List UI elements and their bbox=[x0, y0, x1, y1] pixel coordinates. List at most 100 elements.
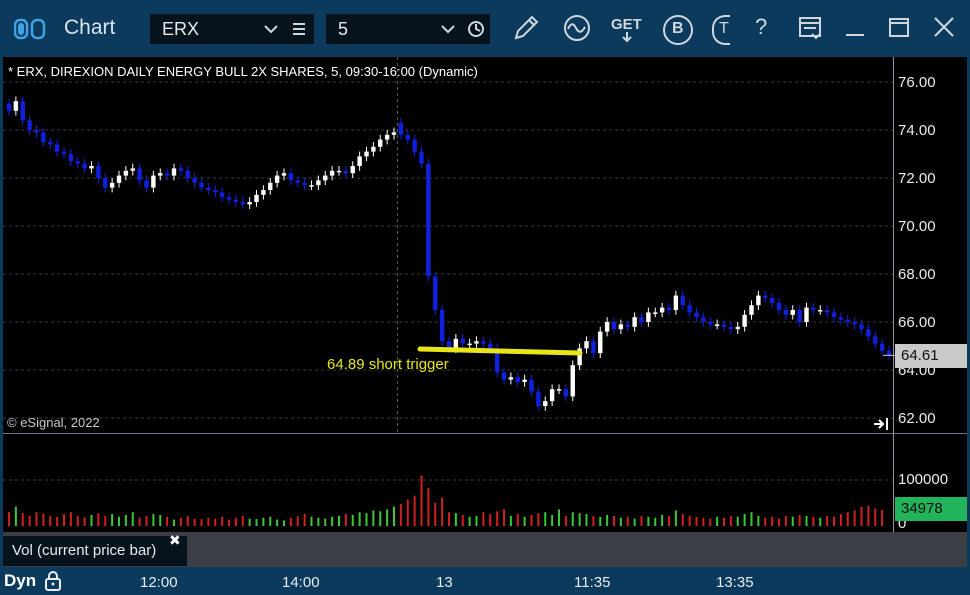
candle-body bbox=[281, 173, 287, 176]
candle-body bbox=[687, 305, 692, 313]
volume-bar bbox=[207, 517, 210, 526]
candle-body bbox=[103, 178, 108, 188]
candle-body bbox=[515, 377, 520, 382]
candle-body bbox=[811, 307, 816, 310]
candle-body bbox=[529, 379, 534, 392]
volume-study-tag[interactable]: Vol (current price bar) bbox=[3, 536, 187, 566]
candle-body bbox=[171, 168, 177, 176]
volume-bar bbox=[358, 512, 361, 526]
volume-bar bbox=[420, 475, 423, 526]
volume-bar bbox=[454, 513, 457, 526]
candle-body bbox=[357, 156, 362, 166]
candle-body bbox=[632, 317, 637, 327]
volume-bar bbox=[853, 510, 856, 526]
candle-body bbox=[137, 168, 142, 181]
candle-body bbox=[598, 331, 603, 354]
candle-body bbox=[405, 134, 410, 140]
annotation-text[interactable]: 64.89 short trigger bbox=[327, 356, 449, 373]
candle-body bbox=[522, 379, 527, 382]
volume-bar bbox=[317, 517, 320, 526]
time-tick-label: 11:35 bbox=[574, 574, 611, 591]
volume-bar bbox=[399, 503, 402, 526]
axis-border bbox=[893, 57, 894, 532]
lock-icon[interactable] bbox=[43, 570, 63, 592]
chart-svg bbox=[3, 57, 895, 526]
volume-bar bbox=[695, 516, 698, 526]
volume-bar bbox=[846, 512, 849, 526]
volume-bar bbox=[269, 516, 272, 526]
volume-bar bbox=[736, 516, 739, 526]
volume-bar bbox=[874, 508, 877, 526]
volume-bar bbox=[8, 512, 10, 526]
price-tick-label: 66.00 bbox=[898, 314, 936, 331]
volume-bar bbox=[186, 515, 189, 526]
candle-body bbox=[439, 310, 445, 342]
volume-bar bbox=[76, 515, 79, 526]
volume-bar bbox=[750, 512, 753, 526]
volume-bar bbox=[14, 506, 17, 526]
volume-bar bbox=[303, 514, 306, 526]
candle-body bbox=[350, 166, 355, 174]
candle-body bbox=[666, 307, 672, 310]
price-tick-label: 70.00 bbox=[898, 218, 936, 235]
volume-bar bbox=[365, 513, 368, 526]
candle-body bbox=[384, 134, 390, 140]
volume-bar bbox=[461, 514, 464, 526]
candle-body bbox=[536, 391, 541, 406]
volume-bar bbox=[633, 518, 636, 526]
volume-bar bbox=[104, 515, 107, 526]
volume-bar bbox=[90, 514, 93, 526]
volume-bar bbox=[159, 514, 162, 526]
volume-bar bbox=[723, 517, 725, 526]
volume-bar bbox=[771, 516, 774, 526]
candle-body bbox=[34, 130, 39, 133]
volume-bar bbox=[764, 517, 767, 526]
candle-body bbox=[309, 185, 314, 187]
scroll-to-end-icon[interactable] bbox=[872, 417, 892, 431]
candle-body bbox=[570, 365, 575, 397]
candle-body bbox=[116, 175, 122, 183]
candle-body bbox=[6, 103, 12, 111]
candle-body bbox=[467, 343, 472, 346]
short-trigger-line bbox=[417, 346, 583, 356]
volume-bar bbox=[819, 517, 822, 526]
volume-bar bbox=[448, 512, 450, 526]
candle-body bbox=[412, 139, 417, 152]
price-tick-label: 62.00 bbox=[898, 410, 936, 427]
candle-body bbox=[673, 295, 679, 310]
volume-bar bbox=[544, 512, 547, 526]
volume-bar bbox=[881, 509, 884, 526]
candle-body bbox=[879, 343, 885, 351]
volume-bar bbox=[647, 516, 650, 526]
volume-bar bbox=[283, 520, 285, 526]
volume-bar bbox=[571, 512, 574, 526]
volume-bar bbox=[338, 515, 340, 526]
candle-body bbox=[123, 170, 129, 176]
volume-tick-label: 100000 bbox=[898, 471, 949, 488]
candle-body bbox=[604, 322, 610, 332]
time-axis-mode[interactable]: Dyn bbox=[4, 571, 36, 591]
volume-bar bbox=[784, 515, 787, 526]
volume-bar bbox=[867, 505, 870, 526]
last-price-tag: 64.61 bbox=[895, 344, 967, 368]
volume-bar bbox=[21, 513, 24, 526]
volume-bar bbox=[709, 518, 712, 526]
price-tick-label: 74.00 bbox=[898, 122, 936, 139]
candle-body bbox=[776, 302, 782, 310]
volume-bar bbox=[152, 514, 155, 526]
volume-bar bbox=[681, 514, 684, 526]
volume-bar bbox=[296, 515, 299, 526]
candle-body bbox=[371, 146, 376, 152]
volume-bar bbox=[516, 514, 519, 526]
close-study-icon[interactable]: ✖ bbox=[169, 532, 181, 549]
volume-bar bbox=[324, 518, 327, 526]
volume-bar bbox=[833, 516, 835, 526]
candle-body bbox=[831, 312, 837, 318]
candle-body bbox=[549, 389, 555, 402]
candle-body bbox=[247, 202, 252, 205]
candle-body bbox=[756, 295, 761, 306]
candle-body bbox=[378, 139, 383, 147]
candle-body bbox=[219, 192, 225, 198]
volume-bar bbox=[97, 513, 100, 526]
volume-bar bbox=[56, 516, 59, 526]
